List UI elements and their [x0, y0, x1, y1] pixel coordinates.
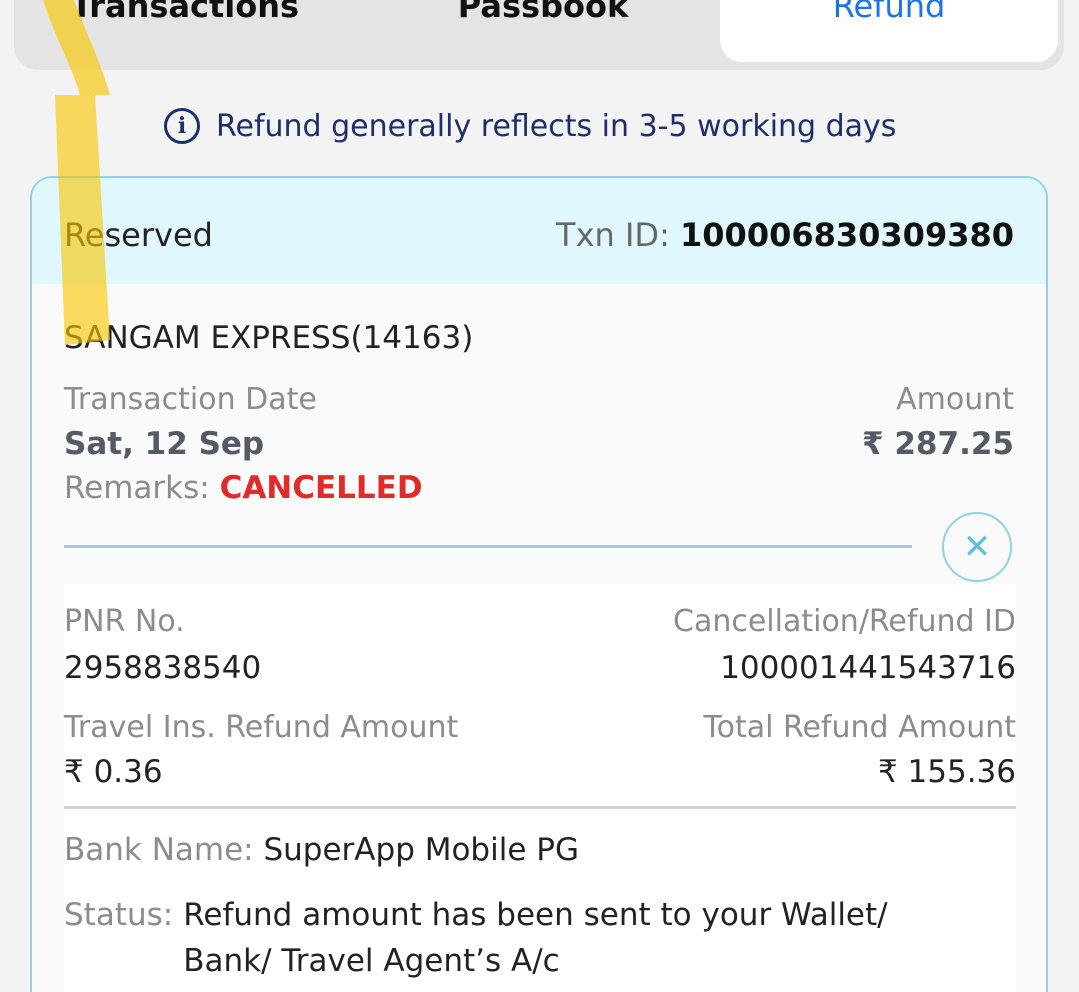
train-name: SANGAM EXPRESS(14163) — [64, 320, 474, 356]
refund-info-text: Refund generally reflects in 3-5 working… — [216, 108, 897, 144]
remarks-status: CANCELLED — [219, 470, 423, 506]
remarks-row: Remarks: CANCELLED — [64, 470, 423, 506]
collapse-button[interactable]: ✕ — [942, 512, 1012, 582]
bank-value: SuperApp Mobile PG — [263, 832, 579, 868]
details-separator — [64, 806, 1016, 809]
card-header: Reserved Txn ID: 100006830309380 — [32, 178, 1046, 284]
cancellation-id-label: Cancellation/Refund ID — [673, 604, 1016, 639]
status-label: Status: — [64, 897, 174, 933]
tab-transactions-label: Transactions — [70, 0, 300, 25]
total-refund-value: ₹ 155.36 — [877, 754, 1016, 790]
status-value: Refund amount has been sent to your Wall… — [183, 897, 888, 979]
cancellation-id-value: 100001441543716 — [720, 650, 1016, 686]
tab-passbook[interactable]: Passbook — [370, 0, 716, 62]
refund-screen: Transactions Passbook Refund i Refund ge… — [0, 0, 1079, 992]
transaction-date-label: Transaction Date — [64, 382, 317, 417]
txn-id-row: Txn ID: 100006830309380 — [556, 216, 1014, 254]
refund-info-note: i Refund generally reflects in 3-5 worki… — [164, 104, 896, 148]
pnr-value: 2958838540 — [64, 650, 262, 686]
amount-label: Amount — [896, 382, 1014, 417]
tab-bar: Transactions Passbook Refund — [14, 0, 1064, 70]
tab-refund[interactable]: Refund — [720, 0, 1058, 62]
bank-row: Bank Name: SuperApp Mobile PG — [64, 832, 579, 868]
refund-details: PNR No. 2958838540 Cancellation/Refund I… — [64, 584, 1016, 992]
booking-category: Reserved — [64, 216, 213, 254]
tab-passbook-label: Passbook — [457, 0, 629, 25]
tab-transactions[interactable]: Transactions — [14, 0, 356, 62]
status-row: Status: Refund amount has been sent to y… — [64, 892, 1016, 984]
refund-card: Reserved Txn ID: 100006830309380 SANGAM … — [30, 176, 1048, 992]
amount-value: ₹ 287.25 — [862, 426, 1014, 462]
info-icon: i — [164, 108, 200, 144]
insurance-refund-label: Travel Ins. Refund Amount — [64, 710, 459, 745]
bank-label: Bank Name: — [64, 832, 264, 868]
transaction-date-value: Sat, 12 Sep — [64, 426, 265, 462]
pnr-label: PNR No. — [64, 604, 185, 639]
card-divider — [64, 545, 912, 548]
close-icon: ✕ — [962, 527, 992, 567]
remarks-label: Remarks: — [64, 470, 220, 506]
insurance-refund-value: ₹ 0.36 — [64, 754, 163, 790]
total-refund-label: Total Refund Amount — [703, 710, 1016, 745]
txn-id-value: 100006830309380 — [680, 216, 1014, 254]
tab-refund-label: Refund — [832, 0, 946, 25]
txn-id-label: Txn ID: — [556, 216, 681, 254]
